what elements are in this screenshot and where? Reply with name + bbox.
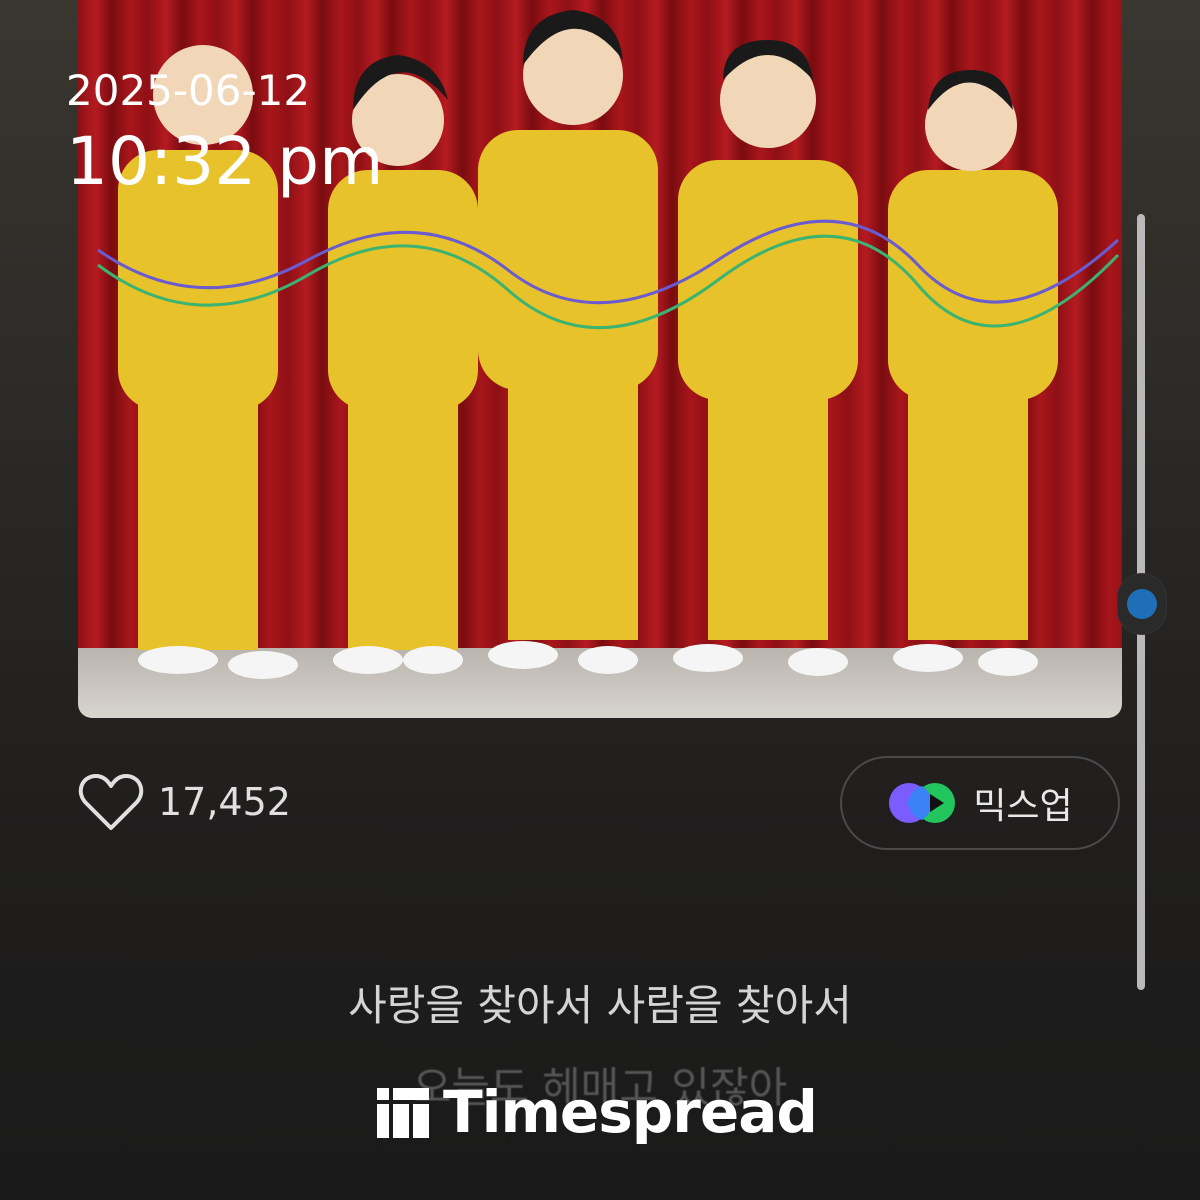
mixup-button[interactable]: 믹스업: [840, 756, 1120, 850]
like-button[interactable]: 17,452: [78, 772, 291, 832]
time-text: 10:32 pm: [66, 123, 384, 200]
heart-outline-icon: [78, 773, 144, 830]
watermark-text: Timespread: [443, 1078, 818, 1146]
timespread-logo-icon: [377, 1088, 429, 1138]
date-text: 2025-06-12: [66, 66, 311, 115]
mixup-logo-icon: [889, 783, 956, 823]
like-count: 17,452: [158, 780, 291, 824]
lyrics-scrollbar-thumb[interactable]: [1118, 574, 1166, 634]
timespread-watermark: Timespread: [375, 1078, 818, 1146]
timestamp-overlay: 2025-06-12 10:32 pm: [66, 66, 383, 202]
current-lyric-line: 사랑을 찾아서 사람을 찾아서: [348, 981, 852, 1030]
scroll-position-dot: [1127, 589, 1157, 619]
mixup-label: 믹스업: [973, 786, 1073, 827]
